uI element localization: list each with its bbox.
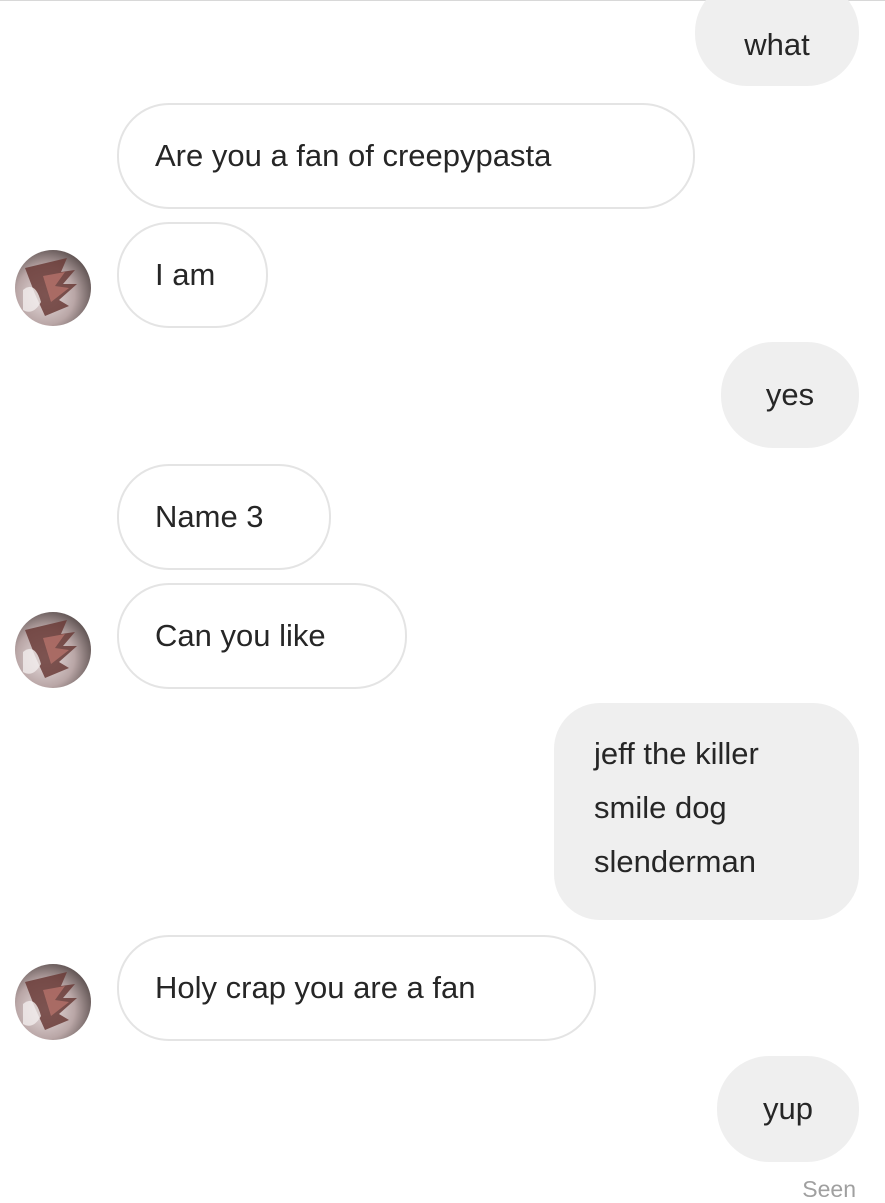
- received-message-bubble[interactable]: Holy crap you are a fan: [117, 935, 596, 1041]
- sent-message-bubble[interactable]: yes: [721, 342, 859, 448]
- user-avatar-icon[interactable]: [15, 250, 91, 326]
- user-avatar-icon[interactable]: [15, 612, 91, 688]
- received-message-bubble[interactable]: I am: [117, 222, 268, 328]
- message-line: jeff the killer: [594, 736, 759, 771]
- message-text: I am: [155, 257, 216, 292]
- message-text: yup: [763, 1091, 813, 1126]
- message-text: Holy crap you are a fan: [155, 970, 476, 1005]
- message-text: yes: [765, 377, 815, 412]
- seen-status: Seen: [802, 1176, 856, 1202]
- received-message-bubble[interactable]: Can you like: [117, 583, 407, 689]
- message-text: Are you a fan of creepypasta: [155, 138, 552, 173]
- received-message-bubble[interactable]: Are you a fan of creepypasta: [117, 103, 695, 209]
- avatar-image: [15, 250, 91, 326]
- message-line: smile dog: [594, 790, 727, 825]
- sent-message-bubble[interactable]: jeff the killer smile dog slenderman: [554, 703, 859, 920]
- sent-message-bubble[interactable]: what: [695, 0, 859, 86]
- message-text: what: [744, 27, 810, 62]
- avatar-image: [15, 964, 91, 1040]
- message-line: slenderman: [594, 844, 756, 879]
- message-text: Can you like: [155, 618, 326, 653]
- message-text: Name 3: [155, 499, 264, 534]
- avatar-image: [15, 612, 91, 688]
- sent-message-bubble[interactable]: yup: [717, 1056, 859, 1162]
- received-message-bubble[interactable]: Name 3: [117, 464, 331, 570]
- user-avatar-icon[interactable]: [15, 964, 91, 1040]
